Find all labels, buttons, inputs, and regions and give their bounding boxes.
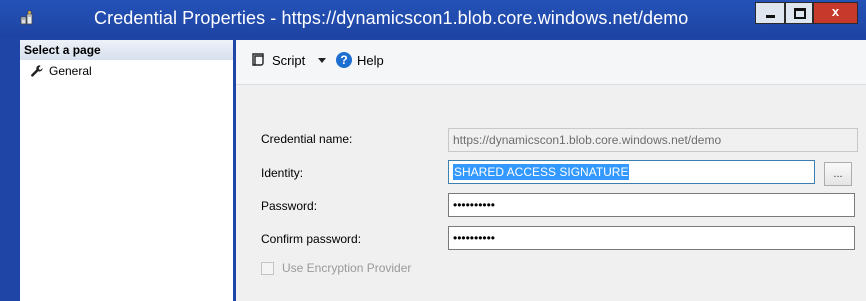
credential-properties-window: Credential Properties - https://dynamics… xyxy=(0,0,866,301)
database-server-icon xyxy=(20,10,33,25)
use-encryption-provider-row: Use Encryption Provider xyxy=(261,261,411,275)
window-title: Credential Properties - https://dynamics… xyxy=(94,8,689,28)
password-label: Password: xyxy=(261,199,318,213)
toolbar: Script ? Help xyxy=(236,40,866,85)
identity-value: SHARED ACCESS SIGNATURE xyxy=(453,164,630,180)
help-label: Help xyxy=(357,52,384,68)
identity-label: Identity: xyxy=(261,166,304,180)
sidebar-item-general[interactable]: General xyxy=(30,64,92,78)
use-encryption-provider-checkbox xyxy=(261,261,274,275)
password-field[interactable]: •••••••••• xyxy=(448,193,855,217)
wrench-icon xyxy=(31,65,43,77)
general-page-content: Script ? Help Credential name: https://d… xyxy=(236,40,866,301)
help-icon: ? xyxy=(336,52,352,68)
script-button[interactable]: Script xyxy=(250,52,305,68)
select-page-header: Select a page xyxy=(20,40,233,60)
script-label: Script xyxy=(272,52,306,68)
credential-name-label: Credential name: xyxy=(261,132,353,146)
script-dropdown-arrow-icon[interactable] xyxy=(318,58,326,63)
script-icon xyxy=(252,53,264,66)
title-bar[interactable]: Credential Properties - https://dynamics… xyxy=(0,0,866,38)
close-icon: x xyxy=(831,4,840,19)
sidebar-item-label: General xyxy=(49,64,92,78)
use-encryption-provider-label: Use Encryption Provider xyxy=(282,261,412,275)
maximize-button[interactable] xyxy=(785,2,813,24)
close-button[interactable]: x xyxy=(813,2,858,24)
minimize-button[interactable] xyxy=(755,2,785,24)
credential-name-field: https://dynamicscon1.blob.core.windows.n… xyxy=(448,128,858,152)
identity-field[interactable]: SHARED ACCESS SIGNATURE xyxy=(448,160,815,184)
page-selector-pane: Select a page General xyxy=(20,40,233,301)
confirm-password-field[interactable]: •••••••••• xyxy=(448,226,855,250)
identity-browse-button[interactable]: ... xyxy=(824,162,852,186)
confirm-password-label: Confirm password: xyxy=(261,232,362,246)
help-button[interactable]: ? Help xyxy=(336,52,384,68)
